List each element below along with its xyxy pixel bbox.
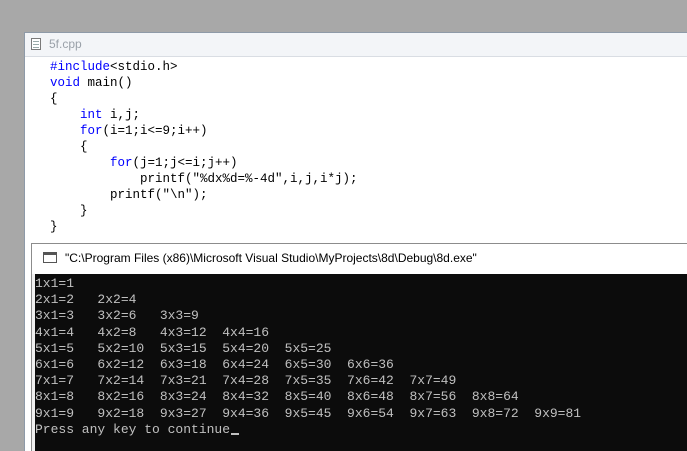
code-text: printf("\n"); [110,188,208,202]
console-output-line: 7x1=7 7x2=14 7x3=21 7x4=28 7x5=35 7x6=42… [35,373,457,389]
code-text: <stdio.h> [110,60,178,74]
editor-titlebar[interactable]: 5f.cpp [25,33,687,57]
console-window-icon [43,252,57,263]
console-output-line: 4x1=4 4x2=8 4x3=12 4x4=16 [35,324,270,340]
code-text: { [50,92,58,106]
code-keyword: #include [50,60,111,74]
code-keyword: for [110,156,133,170]
console-output-line: 8x1=8 8x2=16 8x3=24 8x4=32 8x5=40 8x6=48… [35,389,519,405]
code-line: for(i=1;i<=9;i++) [50,124,208,138]
console-output-line: 6x1=6 6x2=12 6x3=18 6x4=24 6x5=30 6x6=36 [35,357,394,373]
console-output-area[interactable]: 1x1=1 2x1=2 2x2=4 3x1=3 3x2=6 3x3=9 4x1=… [35,274,687,451]
console-cursor [231,432,240,435]
code-text: (i=1;i<=9;i++) [102,124,208,138]
code-text: printf("%dx%d=%-4d",i,j,i*j); [140,172,358,186]
console-title: "C:\Program Files (x86)\Microsoft Visual… [65,251,477,265]
code-text: main() [80,76,133,90]
code-line: int i,j; [50,108,140,122]
console-window[interactable]: "C:\Program Files (x86)\Microsoft Visual… [31,243,687,451]
console-output: 1x1=1 2x1=2 2x2=4 3x1=3 3x2=6 3x3=9 4x1=… [35,276,581,438]
code-editor[interactable]: #include<stdio.h> void main() { int i,j;… [50,59,358,235]
code-text: } [80,204,88,218]
code-line: #include<stdio.h> [50,60,178,74]
code-line: { [50,92,58,106]
code-text: { [80,140,88,154]
code-line: } [50,220,58,234]
document-icon [31,38,41,50]
code-keyword: for [80,124,103,138]
console-output-line: 5x1=5 5x2=10 5x3=15 5x4=20 5x5=25 [35,340,332,356]
code-line: printf("\n"); [50,188,208,202]
console-prompt: Press any key to continue [35,421,231,437]
console-output-line: 3x1=3 3x2=6 3x3=9 [35,308,199,324]
code-line: printf("%dx%d=%-4d",i,j,i*j); [50,172,358,186]
editor-title: 5f.cpp [49,37,82,51]
console-output-line: 2x1=2 2x2=4 [35,292,137,308]
console-output-line: 9x1=9 9x2=18 9x3=27 9x4=36 9x5=45 9x6=54… [35,405,582,421]
console-titlebar[interactable]: "C:\Program Files (x86)\Microsoft Visual… [32,244,687,274]
code-keyword: void [50,76,81,90]
code-text: (j=1;j<=i;j++) [132,156,238,170]
console-output-line: 1x1=1 [35,276,75,291]
code-keyword: int [80,108,103,122]
code-text: } [50,220,58,234]
code-line: void main() [50,76,133,90]
code-line: } [50,204,88,218]
code-line: for(j=1;j<=i;j++) [50,156,238,170]
code-line: { [50,140,88,154]
code-text: i,j; [102,108,141,122]
